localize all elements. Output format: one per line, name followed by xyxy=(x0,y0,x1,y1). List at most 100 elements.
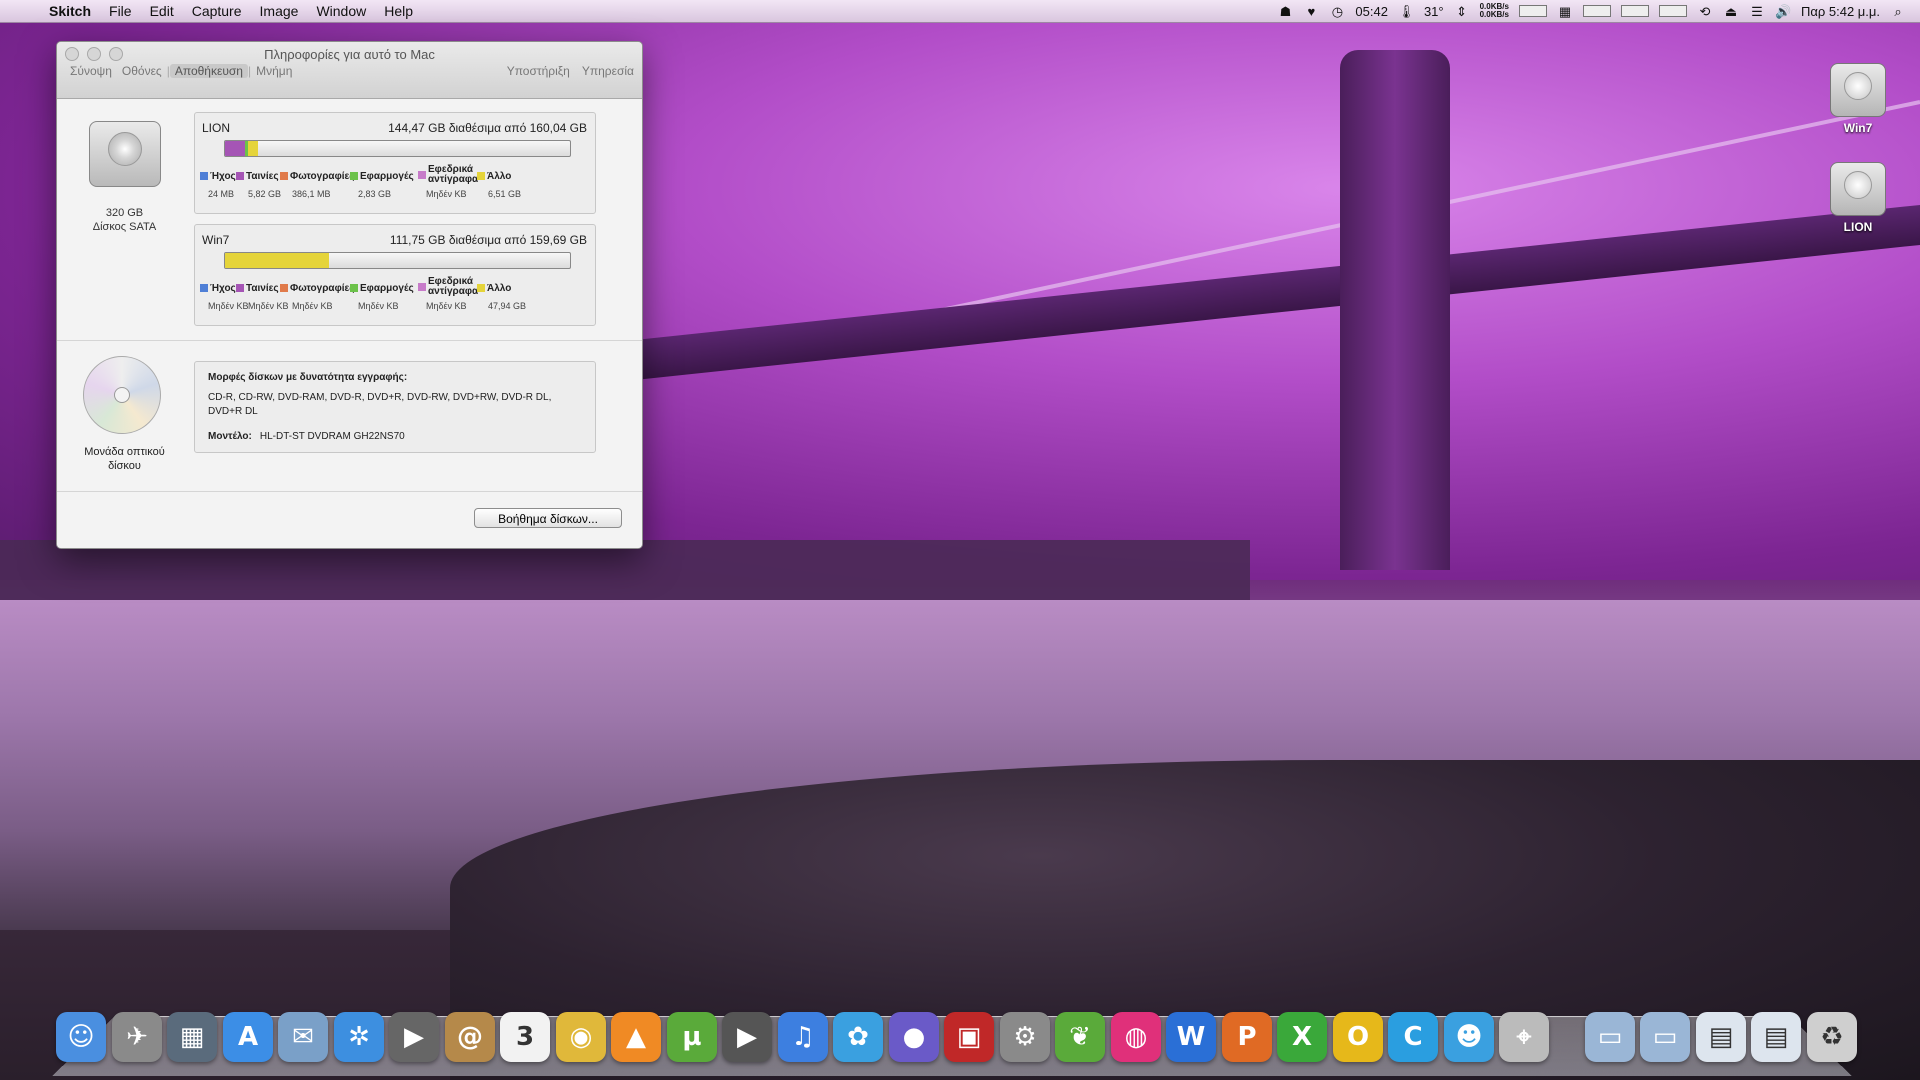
desktop-drive-win7[interactable]: Win7 xyxy=(1818,63,1898,135)
legend-value: Μηδέν KB xyxy=(358,301,399,311)
menu-bar: Skitch File Edit Capture Image Window He… xyxy=(0,0,1920,23)
chrome-icon[interactable]: ◉ xyxy=(556,1012,606,1062)
trash-icon[interactable]: ♻ xyxy=(1807,1012,1857,1062)
volume-usage-bar xyxy=(224,140,571,157)
clock-icon[interactable]: ◷ xyxy=(1329,4,1345,19)
menu-capture[interactable]: Capture xyxy=(183,3,251,19)
disk-utility-button[interactable]: Βοήθημα δίσκων... xyxy=(474,508,622,528)
legend-swatch xyxy=(236,284,244,293)
legend-value: 6,51 GB xyxy=(488,189,522,199)
compass-icon[interactable]: ⌖ xyxy=(1499,1012,1549,1062)
legend-label: Φωτογραφίες xyxy=(290,283,355,294)
disk-meter[interactable] xyxy=(1620,5,1649,17)
network-speed[interactable]: 0.0KB/s 0.0KB/s xyxy=(1480,3,1509,19)
tab-displays[interactable]: Οθόνες xyxy=(117,64,167,78)
downloads-stack-icon[interactable]: ▤ xyxy=(1696,1012,1746,1062)
tab-support[interactable]: Υποστήριξη xyxy=(507,64,570,78)
optical-drive-caption: Μονάδα οπτικού δίσκου xyxy=(67,445,182,473)
menu-edit[interactable]: Edit xyxy=(141,3,183,19)
activity-icon[interactable]: ▦ xyxy=(1557,4,1573,19)
menu-file[interactable]: File xyxy=(100,3,141,19)
legend-swatch xyxy=(418,171,426,179)
mail-icon[interactable]: ✉ xyxy=(278,1012,328,1062)
outlook-icon[interactable]: O xyxy=(1333,1012,1383,1062)
legend-swatch xyxy=(477,172,485,181)
messenger-icon[interactable]: ☻ xyxy=(1444,1012,1494,1062)
tab-service[interactable]: Υπηρεσία xyxy=(582,64,634,78)
excel-icon[interactable]: X xyxy=(1277,1012,1327,1062)
spotlight-search-icon[interactable]: ⌕ xyxy=(1890,4,1906,19)
menu-help[interactable]: Help xyxy=(375,3,422,19)
hard-drive-icon xyxy=(87,121,163,193)
window-title: Πληροφορίες για αυτό το Mac xyxy=(264,47,435,62)
optical-info-box: Μορφές δίσκων με δυνατότητα εγγραφής: CD… xyxy=(194,361,596,453)
cpu-meter[interactable] xyxy=(1518,5,1547,17)
menu-app-name[interactable]: Skitch xyxy=(40,3,100,19)
legend-item: Ήχος xyxy=(200,171,236,182)
evernote-tray-icon[interactable]: ☗ xyxy=(1277,4,1293,19)
volume-name: LION xyxy=(202,121,231,135)
dvd-player-icon[interactable]: ▶ xyxy=(722,1012,772,1062)
legend-label: Ήχος xyxy=(210,283,236,294)
calendar-icon[interactable]: 3 xyxy=(500,1012,550,1062)
twitter-icon[interactable]: ✿ xyxy=(833,1012,883,1062)
volume-usage-bar xyxy=(224,252,571,269)
section-divider xyxy=(57,340,642,341)
network-meter[interactable] xyxy=(1658,5,1687,17)
volume-icon[interactable]: 🔊 xyxy=(1775,4,1791,19)
eject-icon[interactable]: ⏏ xyxy=(1723,4,1739,19)
optical-caption-line1: Μονάδα οπτικού xyxy=(84,446,165,458)
address-book-icon[interactable]: @ xyxy=(445,1012,495,1062)
tab-bar-right: Υποστήριξη Υπηρεσία xyxy=(507,64,634,78)
system-preferences-icon[interactable]: ⚙ xyxy=(1000,1012,1050,1062)
desktop-drive-lion[interactable]: LION xyxy=(1818,162,1898,234)
tab-storage[interactable]: Αποθήκευση xyxy=(169,64,248,78)
usage-legend: Ήχος 24 MB Ταινίες 5,82 GB Φωτογραφίες 386,1 … xyxy=(200,165,590,211)
menu-window[interactable]: Window xyxy=(307,3,375,19)
itunes-icon[interactable]: ♫ xyxy=(778,1012,828,1062)
evernote-icon[interactable]: ❦ xyxy=(1055,1012,1105,1062)
legend-swatch xyxy=(200,284,208,293)
launchpad-icon[interactable]: ✈ xyxy=(112,1012,162,1062)
window-titlebar[interactable]: Πληροφορίες για αυτό το Mac Σύνοψη Οθόνε… xyxy=(57,42,642,99)
legend-swatch xyxy=(280,172,288,181)
facetime-icon[interactable]: ▶ xyxy=(389,1012,439,1062)
greek-flag-icon[interactable]: ☰ xyxy=(1749,4,1765,19)
legend-item: Εφεδρικά αντίγραφα xyxy=(418,277,478,297)
legend-label: Ταινίες xyxy=(246,283,279,294)
documents-folder-icon[interactable]: ▭ xyxy=(1640,1012,1690,1062)
legend-value: 2,83 GB xyxy=(358,189,392,199)
clock-small[interactable]: 05:42 xyxy=(1355,4,1388,19)
stellarium-icon[interactable]: ● xyxy=(889,1012,939,1062)
legend-swatch xyxy=(200,172,208,181)
powerpoint-icon[interactable]: P xyxy=(1222,1012,1272,1062)
applications-folder-icon[interactable]: ▭ xyxy=(1585,1012,1635,1062)
mission-control-icon[interactable]: ▦ xyxy=(167,1012,217,1062)
pinkglobe-icon[interactable]: ◍ xyxy=(1111,1012,1161,1062)
screenshot-stack-icon[interactable]: ▤ xyxy=(1751,1012,1801,1062)
temperature[interactable]: 31° xyxy=(1424,4,1444,19)
legend-value: Μηδέν KB xyxy=(292,301,333,311)
word-icon[interactable]: W xyxy=(1166,1012,1216,1062)
tab-overview[interactable]: Σύνοψη xyxy=(65,64,117,78)
time-machine-icon[interactable]: ⟲ xyxy=(1697,4,1713,19)
drive-icon xyxy=(1830,63,1886,117)
tab-memory[interactable]: Μνήμη xyxy=(251,64,297,78)
model-label: Μοντέλο: xyxy=(208,431,252,442)
utorrent-icon[interactable]: µ xyxy=(667,1012,717,1062)
app-store-icon[interactable]: A xyxy=(223,1012,273,1062)
legend-item: Φωτογραφίες xyxy=(280,283,354,294)
finder-icon[interactable]: ☺ xyxy=(56,1012,106,1062)
safari-icon[interactable]: ✲ xyxy=(334,1012,384,1062)
desktop-icon-label: Win7 xyxy=(1843,121,1873,135)
legend-item: Εφαρμογές xyxy=(350,171,414,182)
photo-booth-icon[interactable]: ▣ xyxy=(944,1012,994,1062)
menu-datetime[interactable]: Παρ 5:42 μ.μ. xyxy=(1801,4,1880,19)
optical-caption-line2: δίσκου xyxy=(108,460,141,472)
vlc-icon[interactable]: ▲ xyxy=(611,1012,661,1062)
memory-meter[interactable] xyxy=(1582,5,1611,17)
skitch-tray-icon[interactable]: ♥ xyxy=(1303,4,1319,19)
communicator-icon[interactable]: C xyxy=(1388,1012,1438,1062)
legend-label-line2: αντίγραφα xyxy=(428,174,479,185)
menu-image[interactable]: Image xyxy=(251,3,308,19)
